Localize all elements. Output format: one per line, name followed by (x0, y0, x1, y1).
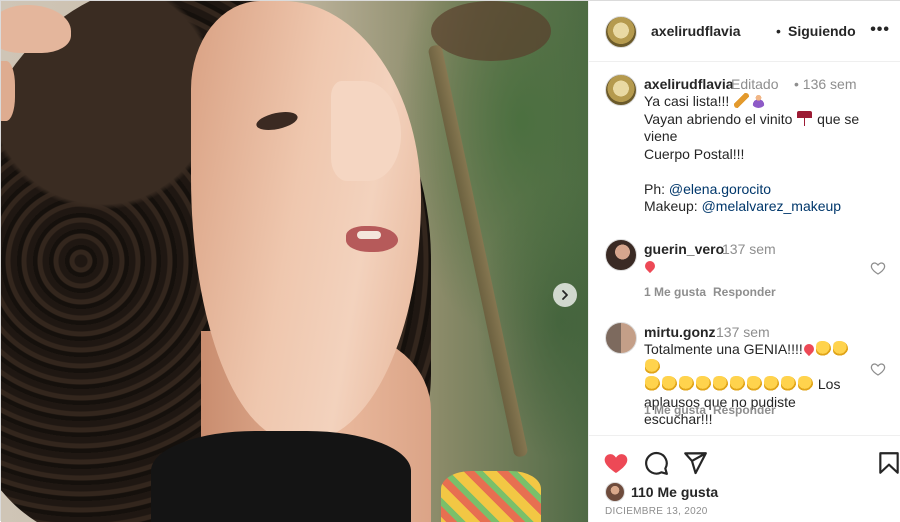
clap-emoji-icon (747, 376, 762, 391)
teeth (357, 231, 381, 239)
caption-line-3: Cuerpo Postal!!! (644, 145, 745, 162)
commenter-username[interactable]: guerin_vero (644, 241, 724, 257)
clap-emoji-icon (662, 376, 677, 391)
post-side-panel: axelirudflavia • Siguiendo ••• axelirudf… (588, 1, 900, 522)
post-photo[interactable] (1, 1, 588, 522)
edited-label: Editado (731, 76, 779, 92)
reply-button[interactable]: Responder (713, 403, 776, 417)
post-date[interactable]: DICIEMBRE 13, 2020 (605, 506, 708, 517)
caption-line-2a: Vayan abriendo el vinito (644, 110, 797, 127)
liker-avatar (605, 482, 625, 502)
photographer-mention-link[interactable]: @elena.gorocito (669, 181, 771, 197)
clap-emoji-icon (764, 376, 779, 391)
comments-section[interactable]: axelirudflavia Editado • 136 sem Ya casi… (589, 63, 900, 435)
author-username[interactable]: axelirudflavia (651, 23, 741, 39)
more-options-icon[interactable]: ••• (870, 21, 890, 39)
clap-emoji-icon (645, 358, 660, 374)
commenter-avatar[interactable] (605, 239, 637, 271)
makeup-mention-link[interactable]: @melalvarez_makeup (702, 198, 842, 214)
instagram-post: axelirudflavia • Siguiendo ••• axelirudf… (0, 0, 900, 522)
share-button[interactable] (682, 450, 708, 476)
clap-emoji-icon (815, 341, 831, 356)
caption-line-1-text: Ya casi lista!!! (644, 93, 734, 109)
send-icon (684, 452, 707, 475)
clap-emoji-icon (696, 376, 711, 391)
heart-filled-icon (604, 454, 628, 473)
clap-emoji-icon (730, 376, 745, 391)
like-button[interactable] (603, 450, 629, 476)
caption-username[interactable]: axelirudflavia (644, 76, 734, 92)
comment-like-heart-icon[interactable] (870, 361, 886, 377)
finger (1, 61, 15, 121)
commenter-username[interactable]: mirtu.gonz (644, 324, 716, 340)
likes-summary[interactable]: 110 Me gusta (605, 482, 718, 502)
floral-fabric (441, 471, 541, 522)
clap-emoji-icon (832, 341, 848, 356)
likes-count[interactable]: 110 Me gusta (631, 484, 718, 500)
comment-line-1: Totalmente una GENIA!!!! (644, 341, 849, 375)
caption-time[interactable]: • 136 sem (794, 76, 857, 92)
photographer-label: Ph: (644, 180, 669, 197)
author-avatar[interactable] (605, 16, 637, 48)
comment-time[interactable]: 137 sem (722, 241, 776, 257)
comment-line-2: Los (644, 376, 840, 392)
bookmark-icon (879, 452, 899, 474)
comment-line-2-text: Los (814, 376, 841, 392)
comment-likes-count[interactable]: 1 Me gusta (644, 403, 706, 417)
comment-text (642, 258, 864, 276)
clap-emoji-icon (798, 376, 813, 391)
person-emoji-icon (751, 93, 767, 108)
background-stem (427, 44, 529, 458)
heart-emoji-icon (642, 258, 658, 274)
makeup-label: Makeup: (644, 198, 702, 214)
caption-line-1: Ya casi lista!!! (644, 93, 894, 111)
following-button[interactable]: Siguiendo (788, 23, 856, 39)
caption-avatar[interactable] (605, 74, 637, 106)
wine-glass-emoji-icon (797, 110, 813, 126)
clap-emoji-icon (645, 376, 660, 391)
clap-emoji-icon (679, 376, 694, 391)
reply-button[interactable]: Responder (713, 285, 776, 299)
caption-makeup: Makeup: @melalvarez_makeup (644, 198, 894, 216)
comment-button[interactable] (643, 450, 669, 476)
action-bar: 110 Me gusta DICIEMBRE 13, 2020 (589, 435, 900, 522)
caption-line-2: Vayan abriendo el vinito que se viene (644, 110, 894, 146)
chevron-right-icon (562, 290, 568, 300)
comment-icon (645, 451, 668, 475)
save-button[interactable] (876, 450, 900, 476)
background-plant (431, 1, 551, 61)
next-photo-button[interactable] (553, 283, 577, 307)
caption-photographer: Ph: @elena.gorocito (644, 181, 894, 199)
guitar-emoji-icon (734, 93, 750, 108)
post-header: axelirudflavia • Siguiendo ••• (589, 1, 900, 62)
commenter-avatar[interactable] (605, 322, 637, 354)
hand (1, 5, 71, 53)
black-top (151, 431, 411, 522)
comment-likes-count[interactable]: 1 Me gusta (644, 285, 706, 299)
comment-like-heart-icon[interactable] (870, 260, 886, 276)
clap-emoji-icon (713, 376, 728, 391)
heart-emoji-icon (801, 341, 816, 357)
comment-time[interactable]: 137 sem (716, 324, 770, 340)
comment-line-1-text: Totalmente una GENIA!!!! (644, 341, 803, 357)
caption-text: Ya casi lista!!! Vayan abriendo el vinit… (644, 93, 894, 216)
mouth (346, 226, 398, 252)
clap-emoji-icon (781, 376, 796, 391)
separator-dot: • (776, 23, 781, 39)
